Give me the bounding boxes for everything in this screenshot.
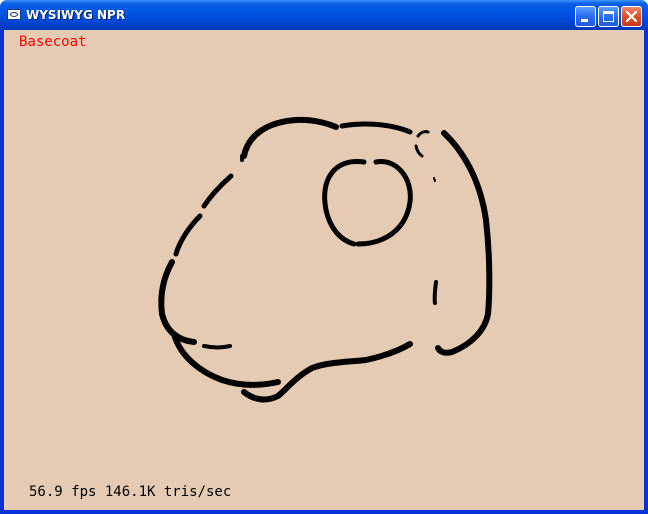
minimize-button[interactable] bbox=[575, 6, 596, 27]
app-icon[interactable] bbox=[7, 9, 21, 20]
render-mode-label: Basecoat bbox=[19, 34, 87, 50]
render-viewport[interactable]: Basecoat 56.9 fps 146.1K tris/sec bbox=[4, 30, 644, 510]
maximize-icon bbox=[603, 11, 614, 22]
minimize-icon bbox=[581, 19, 588, 22]
window-title: WYSIWYG NPR bbox=[26, 8, 126, 22]
title-bar[interactable]: WYSIWYG NPR bbox=[0, 0, 648, 30]
close-button[interactable] bbox=[621, 6, 642, 27]
performance-stats: 56.9 fps 146.1K tris/sec bbox=[29, 484, 232, 500]
maximize-button[interactable] bbox=[598, 6, 619, 27]
app-window: WYSIWYG NPR Basecoat 56.9 fps 146.1K tri… bbox=[0, 0, 648, 514]
npr-sketch-render bbox=[158, 116, 493, 403]
close-icon bbox=[625, 10, 638, 23]
